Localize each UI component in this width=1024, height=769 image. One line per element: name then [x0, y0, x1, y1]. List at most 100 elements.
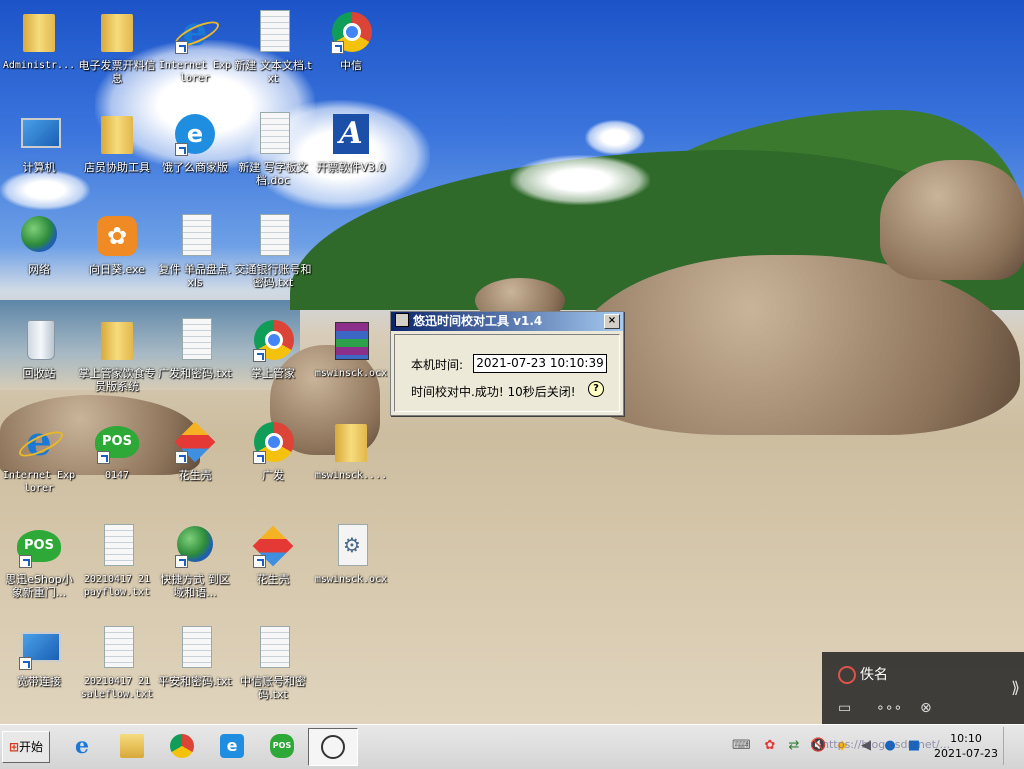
desktop-icon-internet-explorer[interactable]: e Internet Explorer	[0, 418, 78, 495]
desktop-icon-guangfa-chrome[interactable]: 广发	[234, 418, 312, 482]
taskbar-ie[interactable]: e	[58, 728, 106, 764]
desktop-icon-saleflow[interactable]: 20210417 21 saleflow.txt	[78, 624, 156, 701]
taskbar-pos[interactable]: POS	[258, 728, 306, 764]
text-file-icon	[171, 316, 219, 364]
desktop-icon-label: 20210417 21 saleflow.txt	[80, 676, 154, 700]
show-desktop-button[interactable]	[1003, 727, 1024, 765]
app-icon	[395, 313, 409, 327]
desktop-icon-label: 20210417 21 payflow.txt	[83, 574, 151, 598]
desktop-icon-label: 广发	[262, 469, 284, 482]
shortcut-arrow-icon	[331, 41, 344, 54]
close-icon[interactable]: ⊗	[920, 700, 932, 716]
desktop-icon-eleme[interactable]: e 饿了么商家版	[156, 110, 234, 174]
desktop-icon-label: 网络	[28, 263, 50, 276]
desktop-icon-internet-explorer[interactable]: e Internet Explorer	[156, 8, 234, 85]
desktop-icon-invoice-folder[interactable]: 电子发票开料信息	[78, 8, 156, 85]
desktop-icon-inventory-xls[interactable]: 复件 单品盘点.xls	[156, 212, 234, 289]
text-file-icon	[249, 624, 297, 672]
shortcut-arrow-icon	[253, 451, 266, 464]
desktop-icon-label: 新建 写字板文档.doc	[238, 161, 308, 187]
desktop-icon-peanut-shell[interactable]: 花生壳	[234, 522, 312, 586]
wallpaper-rock	[880, 160, 1024, 280]
desktop-icon-guangfa-txt[interactable]: 广发和密码.txt	[156, 316, 234, 380]
keyboard-icon[interactable]: ⌨	[732, 738, 751, 754]
desktop-icon-citic-txt[interactable]: 中信账号和密码.txt	[234, 624, 312, 701]
notification-panel: 佚名 ⟫ ▭ ∘∘∘ ⊗	[822, 652, 1024, 724]
desktop: Administr... 计算机 网络 回收站 e Internet Explo…	[0, 0, 1024, 724]
desktop-icon-clerk-tools[interactable]: 店员协助工具	[78, 110, 156, 174]
broadband-icon	[15, 624, 63, 672]
text-file-icon	[249, 8, 297, 56]
expand-arrow-icon[interactable]: ⟫	[1011, 678, 1020, 697]
network-tray-icon[interactable]: ⇄	[786, 738, 802, 754]
desktop-icon-label: 平安和密码.txt	[158, 675, 232, 688]
help-icon[interactable]: ?	[588, 381, 604, 397]
computer-icon	[15, 110, 63, 158]
desktop-icon-bocom-txt[interactable]: 交通银行账号和密码.txt	[234, 212, 312, 289]
desktop-icon-eshop[interactable]: POS 思迅eShop小象新重门...	[0, 522, 78, 599]
close-button[interactable]: ×	[604, 314, 620, 329]
desktop-icon-label: mswinsck.ocx	[314, 368, 388, 379]
watermark: https://blog.csdn.net/...	[822, 738, 951, 751]
start-label: 开始	[19, 740, 44, 754]
taskbar-eleme[interactable]: e	[208, 728, 256, 764]
text-file-icon	[93, 624, 141, 672]
ocx-file-icon	[327, 522, 375, 570]
desktop-icon-label: 开票软件V3.0	[316, 161, 386, 174]
desktop-icon-pingan-txt[interactable]: 平安和密码.txt	[156, 624, 234, 688]
desktop-icon-peanut-shell[interactable]: 花生壳	[156, 418, 234, 482]
desktop-icon-administrator[interactable]: Administr...	[0, 8, 78, 72]
invoice-app-icon: A	[327, 110, 375, 158]
desktop-icon-label: 0147	[104, 470, 130, 481]
desktop-icon-mswinsck-rar[interactable]: mswinsck.ocx	[312, 316, 390, 380]
desktop-icon-mswinsck-folder[interactable]: mswinsck....	[312, 418, 390, 482]
sunflower-tray-icon[interactable]: ✿	[762, 738, 778, 754]
desktop-icon-recycle-bin[interactable]: 回收站	[0, 316, 78, 380]
desktop-icon-label: 向日葵.exe	[88, 263, 145, 276]
shortcut-arrow-icon	[175, 41, 188, 54]
peanut-shell-icon	[249, 522, 297, 570]
desktop-icon-label: 花生壳	[256, 573, 290, 586]
desktop-icon-new-doc[interactable]: 新建 写字板文档.doc	[234, 110, 312, 187]
recycle-bin-icon	[15, 316, 63, 364]
folder-icon	[93, 110, 141, 158]
folder-icon	[93, 316, 141, 364]
avatar-icon	[838, 666, 856, 684]
desktop-icon-0147[interactable]: POS 0147	[78, 418, 156, 482]
desktop-icon-citic-chrome[interactable]: 中信	[312, 8, 390, 72]
desktop-icon-label: 回收站	[22, 367, 56, 380]
desktop-icon-sunflower[interactable]: ✿ 向日葵.exe	[78, 212, 156, 276]
desktop-icon-invoice-app[interactable]: A 开票软件V3.0	[312, 110, 390, 174]
desktop-icon-zsgj-folder[interactable]: 掌上管家饮食专员版系统	[78, 316, 156, 393]
desktop-icon-computer[interactable]: 计算机	[0, 110, 78, 174]
desktop-icon-label: 快捷方式 到区域和语...	[160, 573, 230, 599]
time-sync-tool-icon	[321, 735, 345, 759]
message-icon[interactable]: ▭	[838, 700, 851, 716]
peanut-shell-icon	[171, 418, 219, 466]
desktop-icon-region-language[interactable]: 快捷方式 到区域和语...	[156, 522, 234, 599]
shortcut-arrow-icon	[19, 555, 32, 568]
desktop-icon-label: 中信账号和密码.txt	[240, 675, 306, 701]
doc-file-icon	[249, 110, 297, 158]
shortcut-arrow-icon	[253, 349, 266, 362]
desktop-icon-new-txt[interactable]: 新建 文本文档.txt	[234, 8, 312, 85]
desktop-icon-payflow[interactable]: 20210417 21 payflow.txt	[78, 522, 156, 599]
ie-icon: e	[171, 8, 219, 56]
desktop-icon-label: mswinsck....	[314, 470, 388, 481]
desktop-icon-zsgj-chrome[interactable]: 掌上管家	[234, 316, 312, 380]
ie-icon: e	[75, 733, 89, 759]
taskbar-time-sync-tool[interactable]	[308, 728, 358, 766]
dialog-title-bar[interactable]: 悠迅时间校对工具 v1.4 ×	[391, 312, 623, 331]
desktop-icon-label: 宽带连接	[17, 675, 61, 688]
sunflower-icon: ✿	[93, 212, 141, 260]
shortcut-arrow-icon	[253, 555, 266, 568]
taskbar-explorer[interactable]	[108, 728, 156, 764]
taskbar-chrome[interactable]	[158, 728, 206, 764]
desktop-icon-label: Administr...	[2, 60, 76, 71]
more-icon[interactable]: ∘∘∘	[876, 700, 902, 716]
start-button[interactable]: ⊞开始	[2, 731, 50, 763]
desktop-icon-broadband[interactable]: 宽带连接	[0, 624, 78, 688]
desktop-icon-mswinsck-ocx[interactable]: mswinsck.ocx	[312, 522, 390, 586]
desktop-icon-label: 新建 文本文档.txt	[234, 59, 312, 85]
desktop-icon-network[interactable]: 网络	[0, 212, 78, 276]
